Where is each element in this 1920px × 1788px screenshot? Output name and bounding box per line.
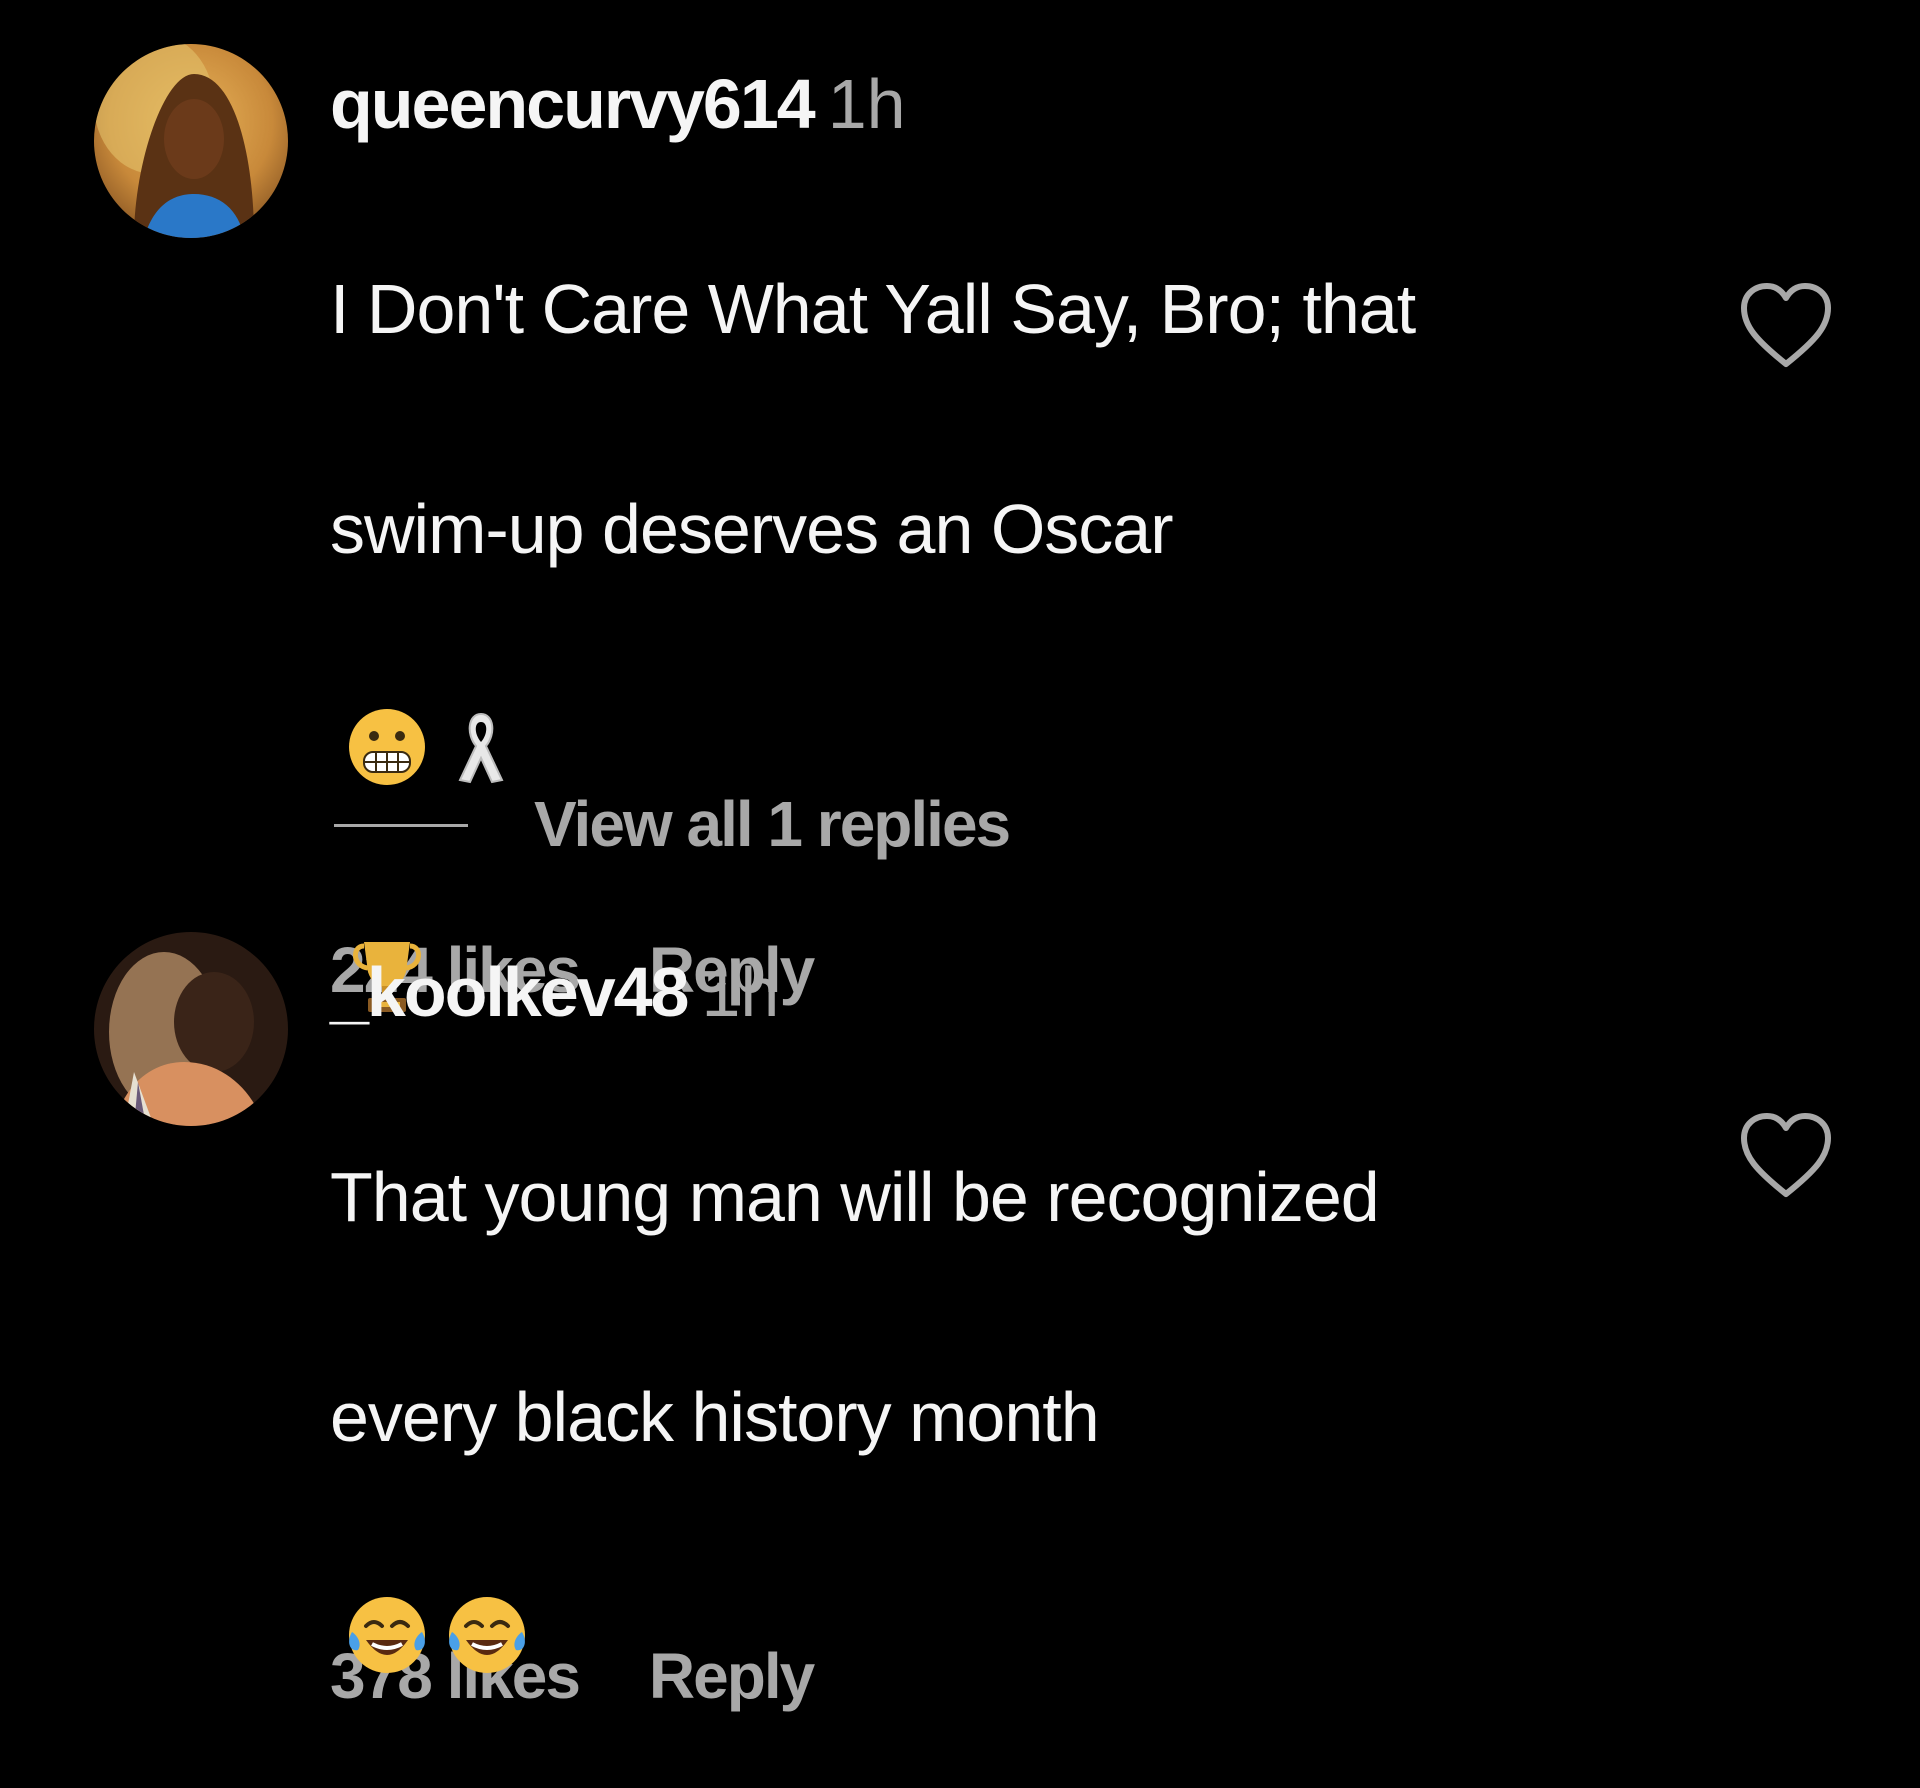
comment-text-line: I Don't Care What Yall Say, Bro; that: [330, 270, 1416, 348]
grimacing-face-icon: [344, 594, 430, 785]
ribbon-icon: [438, 594, 508, 783]
comment-text-line: That young man will be recognized: [330, 1158, 1380, 1236]
face-with-tears-of-joy-icon: [344, 1482, 430, 1673]
reply-button[interactable]: Reply: [649, 1640, 815, 1712]
like-heart-icon[interactable]: [1736, 1108, 1836, 1204]
avatar-photo: [94, 932, 288, 1126]
divider: [334, 823, 468, 827]
username[interactable]: queencurvy614: [330, 65, 816, 143]
comment-text-line: swim-up deserves an Oscar: [330, 490, 1174, 568]
username[interactable]: _koolkev48: [330, 953, 689, 1031]
like-heart-icon[interactable]: [1736, 278, 1836, 374]
avatar[interactable]: [94, 932, 288, 1126]
face-with-tears-of-joy-icon: [444, 1482, 530, 1673]
view-replies-label[interactable]: View all 1 replies: [534, 788, 1011, 860]
timestamp: 1h: [701, 953, 780, 1031]
avatar-photo: [94, 44, 288, 238]
avatar[interactable]: [94, 44, 288, 238]
timestamp: 1h: [827, 65, 906, 143]
view-replies-button[interactable]: View all 1 replies: [334, 784, 1011, 864]
comment-text: That young man will be recognized every …: [330, 1032, 1660, 1673]
comment-text-line: every black history month: [330, 1378, 1100, 1456]
